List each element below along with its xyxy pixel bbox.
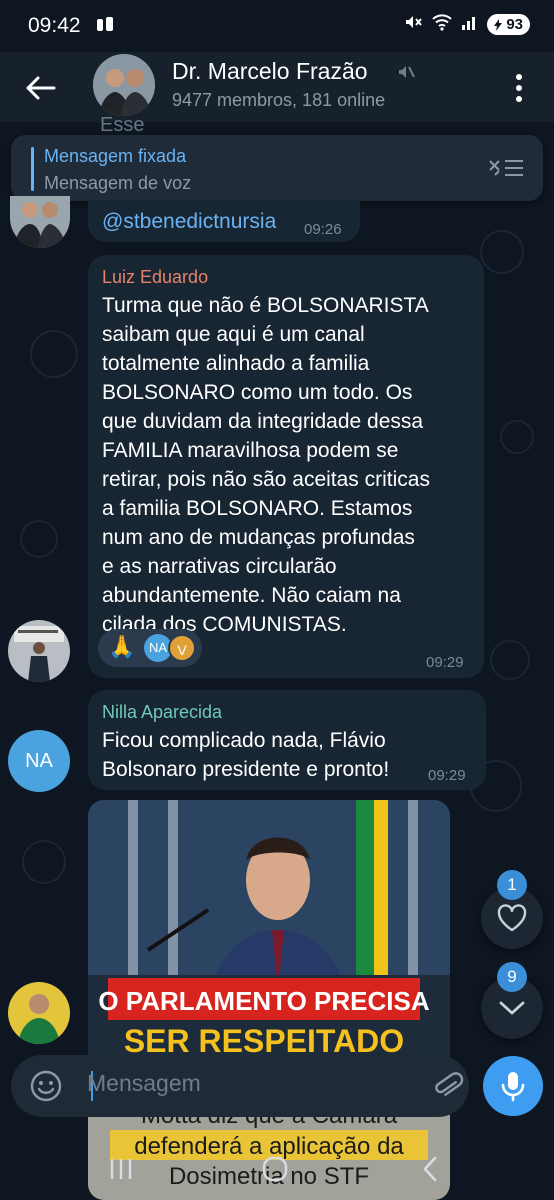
- unread-badge: 9: [497, 962, 527, 992]
- reactor-avatar: V: [168, 634, 196, 662]
- text-line: saibam que aqui é um canal: [102, 323, 365, 346]
- text-line: num ano de mudanças profundas: [102, 526, 415, 549]
- paperclip-icon: [435, 1072, 464, 1096]
- text-line: Bolsonaro presidente e pronto!: [102, 758, 390, 781]
- wifi-icon: [431, 12, 453, 37]
- sender-avatar[interactable]: [10, 196, 70, 248]
- battery-level: 93: [506, 16, 523, 33]
- headline-line-1: O PARLAMENTO PRECISA: [98, 986, 430, 1016]
- system-icons: 93: [403, 12, 530, 37]
- text-line: retirar, pois não são aceitas criticas: [102, 468, 430, 491]
- reactions-badge: 1: [497, 870, 527, 900]
- message-time: 09:26: [304, 221, 342, 238]
- notification-icon: [95, 15, 115, 40]
- text-line: e as narrativas circularão: [102, 555, 337, 578]
- partial-message-text: Esse: [100, 114, 145, 136]
- chat-header: Dr. Marcelo Frazão 9477 membros, 181 onl…: [0, 52, 554, 122]
- message-link[interactable]: @stbenedictnursia: [102, 210, 276, 234]
- message-bubble[interactable]: Nilla Aparecida Ficou complicado nada, F…: [88, 690, 486, 790]
- microphone-icon: [501, 1072, 525, 1102]
- voice-record-button[interactable]: [483, 1056, 543, 1116]
- praying-hands-emoji: 🙏: [108, 634, 136, 659]
- sender-name[interactable]: Nilla Aparecida: [102, 702, 222, 723]
- back-button[interactable]: [22, 70, 58, 106]
- smiley-icon: [30, 1070, 62, 1102]
- message-bubble[interactable]: Luiz Eduardo Turma que não é BOLSONARIST…: [88, 255, 484, 678]
- reaction-chip[interactable]: 🙏 NA V: [98, 629, 202, 667]
- more-options-button[interactable]: [506, 68, 532, 108]
- emoji-button[interactable]: [29, 1069, 63, 1108]
- sender-name[interactable]: Luiz Eduardo: [102, 267, 208, 288]
- status-time: 09:42: [28, 14, 81, 37]
- heart-icon: [497, 904, 527, 932]
- muted-icon: [396, 62, 416, 87]
- sender-avatar[interactable]: NA: [8, 730, 70, 792]
- message-composer: [11, 1055, 469, 1117]
- message-time: 09:29: [428, 767, 466, 784]
- message-text: Turma que não é BOLSONARISTA saibam que …: [102, 291, 478, 639]
- pinned-list-icon[interactable]: [487, 155, 525, 186]
- channel-title[interactable]: Dr. Marcelo Frazão: [172, 58, 368, 85]
- home-icon[interactable]: [261, 1155, 289, 1188]
- headline-line-2: SER RESPEITADO: [124, 1023, 404, 1059]
- mute-status-icon: [403, 12, 423, 37]
- text-line: Turma que não é BOLSONARISTA: [102, 294, 429, 317]
- battery-indicator: 93: [487, 14, 530, 35]
- signal-icon: [461, 13, 479, 36]
- message-text: Ficou complicado nada, Flávio Bolsonaro …: [102, 726, 432, 784]
- text-line: Ficou complicado nada, Flávio: [102, 729, 386, 752]
- chevron-down-icon: [499, 1001, 525, 1015]
- channel-avatar[interactable]: [93, 54, 155, 116]
- avatar-initials: NA: [25, 750, 53, 772]
- text-line: BOLSONARO como um todo. Os: [102, 381, 413, 404]
- message-time: 09:29: [426, 654, 464, 671]
- channel-subtitle: 9477 membros, 181 online: [172, 90, 386, 110]
- message-bubble[interactable]: @stbenedictnursia 09:26: [88, 200, 360, 242]
- sender-avatar[interactable]: [8, 982, 70, 1044]
- back-arrow-icon: [26, 76, 56, 100]
- text-line: FAMILIA maravilhosa podem se: [102, 439, 399, 462]
- text-line: a familia BOLSONARO. Estamos: [102, 497, 413, 520]
- pinned-message-bar[interactable]: Mensagem fixada Mensagem de voz: [11, 135, 543, 201]
- more-vertical-icon: [516, 74, 522, 102]
- pinned-indicator: [31, 147, 34, 191]
- pinned-text: Mensagem de voz: [44, 173, 192, 193]
- attach-button[interactable]: [431, 1069, 465, 1108]
- message-input[interactable]: [85, 1069, 409, 1098]
- sender-avatar[interactable]: [8, 620, 70, 682]
- system-nav-bar: [0, 1140, 554, 1200]
- pinned-title: Mensagem fixada: [44, 146, 187, 166]
- text-line: que duvidam da integridade dessa: [102, 410, 424, 433]
- status-bar: 09:42 93: [0, 0, 554, 52]
- text-line: abundantemente. Não caiam na: [102, 584, 401, 607]
- recent-apps-icon[interactable]: [108, 1156, 134, 1187]
- text-line: totalmente alinhado a familia: [102, 352, 370, 375]
- back-nav-icon[interactable]: [420, 1155, 440, 1188]
